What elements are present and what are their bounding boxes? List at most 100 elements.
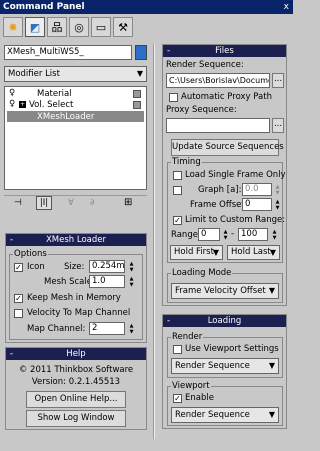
hierarchy-tab[interactable]: 品 [47, 17, 67, 37]
open-online-help-button[interactable]: Open Online Help... [26, 391, 126, 408]
proxy-sequence-browse-button[interactable]: ... [272, 118, 284, 133]
chevron-down-icon: ▼ [269, 248, 276, 257]
size-spinner[interactable]: ▲ ▼ [128, 261, 135, 273]
pin-stack-icon[interactable]: ⊣ [14, 198, 22, 208]
range-start-input[interactable]: 0 [198, 228, 220, 241]
viewport-mode-value: Render Sequence [175, 410, 250, 420]
mesh-scale-label: Mesh Scale: [44, 277, 95, 287]
create-icon: ✸ [8, 20, 18, 34]
keep-mesh-checkbox[interactable]: ✓ [14, 294, 23, 303]
xmesh-loader-header[interactable]: - XMesh Loader [6, 234, 146, 246]
group-label: Options [13, 249, 48, 259]
stack-item-label: Vol. Select [29, 100, 74, 110]
graph-input[interactable]: 0.0 [242, 183, 272, 196]
make-unique-icon[interactable]: ∀ [68, 198, 74, 208]
render-group: Render Use Viewport Settings Render Sequ… [167, 332, 283, 378]
chevron-down-icon: ▼ [268, 410, 275, 419]
load-single-frame-checkbox[interactable] [173, 171, 182, 180]
remove-modifier-icon[interactable]: ∂ [90, 198, 94, 208]
limit-range-label: Limit to Custom Range: [185, 215, 286, 225]
icon-label: Icon [27, 262, 45, 272]
load-single-frame-label: Load Single Frame Only [185, 170, 286, 180]
graph-label: Graph [a]: [198, 185, 242, 195]
render-mode-dropdown[interactable]: Render Sequence ▼ [171, 358, 279, 374]
hold-first-dropdown[interactable]: Hold First ▼ [170, 245, 223, 260]
light-bulb-icon[interactable]: ♀ [9, 88, 15, 98]
map-channel-label: Map Channel: [27, 324, 86, 334]
viewport-group: Viewport ✓ Enable Render Sequence ▼ [167, 381, 283, 426]
graph-spinner[interactable]: ▲ ▼ [274, 184, 281, 196]
size-input[interactable]: 0.254m [89, 260, 125, 273]
map-channel-spinner[interactable]: ▲ ▼ [128, 323, 135, 335]
chevron-down-icon: ▼ [268, 286, 275, 295]
hold-last-dropdown[interactable]: Hold Last ▼ [227, 245, 280, 260]
range-start-spinner[interactable]: ▲ ▼ [222, 229, 229, 241]
range-end-spinner[interactable]: ▲ ▼ [271, 229, 278, 241]
show-end-result-icon[interactable]: |I| [36, 196, 52, 210]
frame-offset-input[interactable]: 0 [242, 198, 272, 211]
create-tab[interactable]: ✸ [3, 17, 23, 37]
map-channel-input[interactable]: 2 [89, 322, 125, 335]
render-mode-value: Render Sequence [175, 361, 250, 371]
stack-item-xmeshloader[interactable]: XMeshLoader [7, 111, 144, 122]
group-label: Timing [171, 157, 202, 167]
help-header[interactable]: - Help [6, 348, 146, 360]
display-tab[interactable]: ▭ [91, 17, 111, 37]
viewport-mode-dropdown[interactable]: Render Sequence ▼ [171, 407, 279, 423]
mesh-scale-spinner[interactable]: ▲ ▼ [128, 276, 135, 288]
limit-range-checkbox[interactable]: ✓ [173, 216, 182, 225]
utilities-tab[interactable]: ⚒ [113, 17, 133, 37]
motion-icon: ◎ [74, 20, 84, 34]
loading-mode-value: Frame Velocity Offset [175, 286, 266, 296]
loading-header[interactable]: - Loading [163, 315, 286, 327]
size-label: Size: [64, 262, 85, 272]
files-header[interactable]: - Files [163, 45, 286, 57]
help-rollout: - Help © 2011 Thinkbox Software Version:… [5, 347, 147, 430]
hold-last-value: Hold Last [231, 247, 271, 257]
column-divider [153, 44, 155, 439]
object-name-field[interactable]: XMesh_MultiWS5_ [4, 45, 132, 60]
files-rollout: - Files Render Sequence: C:\Users\Borisl… [162, 44, 287, 306]
icon-checkbox[interactable]: ✓ [14, 263, 23, 272]
group-label: Render [171, 332, 204, 342]
loading-rollout: - Loading Render Use Viewport Settings R… [162, 314, 287, 429]
timing-group: Timing Load Single Frame Only Graph [a]:… [167, 157, 286, 263]
loading-mode-group: Loading Mode Frame Velocity Offset ▼ [167, 268, 283, 303]
loading-mode-dropdown[interactable]: Frame Velocity Offset ▼ [171, 283, 279, 299]
range-end-input[interactable]: 100 [238, 228, 268, 241]
viewport-enable-label: Enable [185, 393, 214, 403]
version-text: Version: 0.2.1.45513 [31, 377, 121, 387]
viewport-enable-checkbox[interactable]: ✓ [173, 394, 182, 403]
frame-offset-spinner[interactable]: ▲ ▼ [274, 199, 281, 211]
utilities-icon: ⚒ [118, 20, 128, 34]
modifier-list-dropdown[interactable]: Modifier List ▼ [4, 66, 147, 82]
chevron-down-icon: ▼ [268, 361, 275, 370]
keep-mesh-label: Keep Mesh in Memory [27, 293, 121, 303]
render-sequence-browse-button[interactable]: ... [272, 73, 284, 88]
configure-modifier-sets-icon[interactable]: ⊞ [124, 197, 132, 208]
modify-tab[interactable]: ◩ [25, 17, 45, 37]
velocity-map-label: Velocity To Map Channel [27, 308, 131, 318]
hierarchy-icon: 品 [51, 21, 63, 34]
auto-proxy-checkbox[interactable] [169, 93, 178, 102]
command-panel-tabs: ✸ ◩ 品 ◎ ▭ ⚒ [3, 17, 183, 43]
show-log-window-button[interactable]: Show Log Window [26, 410, 126, 427]
render-sequence-input[interactable]: C:\Users\Borislav\Documen [166, 73, 270, 88]
expand-plus-icon[interactable]: + [19, 101, 26, 108]
stack-item-vol-select[interactable]: ♀ + Vol. Select [7, 99, 144, 110]
use-viewport-settings-checkbox[interactable] [173, 345, 182, 354]
proxy-sequence-input[interactable] [166, 118, 270, 133]
stack-item-label: XMeshLoader [37, 112, 95, 122]
mesh-scale-input[interactable]: 1.0 [89, 275, 125, 288]
object-color-swatch[interactable] [135, 45, 147, 60]
light-bulb-icon[interactable]: ♀ [9, 99, 15, 109]
graph-checkbox[interactable] [173, 186, 182, 195]
group-label: Loading Mode [171, 268, 233, 278]
stack-item-material[interactable]: ♀ Material [7, 88, 144, 99]
close-icon[interactable]: x [284, 0, 289, 14]
rollout-title: Files [215, 46, 234, 56]
motion-tab[interactable]: ◎ [69, 17, 89, 37]
modifier-stack[interactable]: ♀ Material ♀ + Vol. Select XMeshLoader [4, 86, 147, 190]
update-source-sequences-button[interactable]: Update Source Sequences [171, 139, 284, 156]
velocity-map-checkbox[interactable] [14, 309, 23, 318]
